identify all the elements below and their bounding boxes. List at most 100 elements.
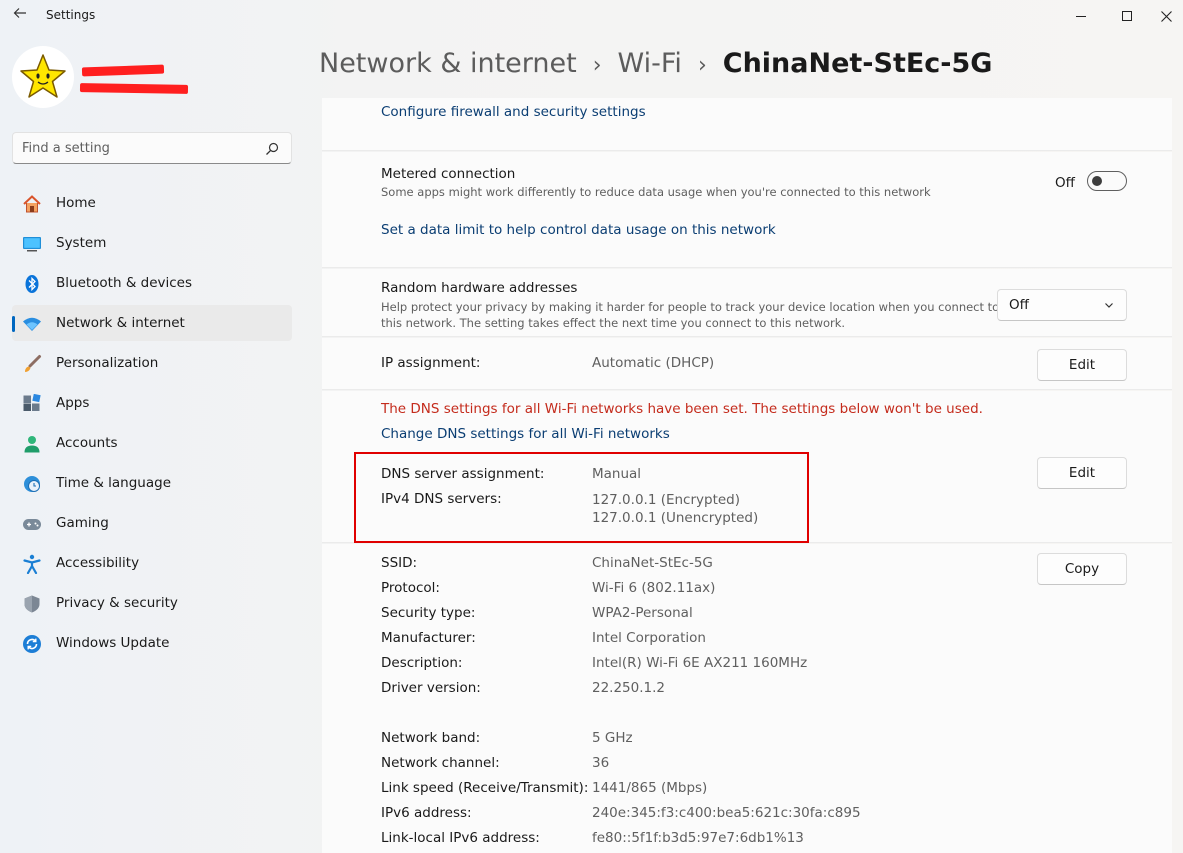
firewall-link[interactable]: Configure firewall and security settings (381, 104, 646, 120)
back-arrow-icon[interactable] (10, 4, 30, 26)
random-hw-dropdown[interactable]: Off (997, 289, 1127, 321)
ip-assignment-card: IP assignment: Automatic (DHCP) Edit (322, 338, 1172, 390)
ip-assignment-value: Automatic (DHCP) (592, 355, 715, 371)
sidebar-item-label: Gaming (56, 515, 109, 531)
dns-edit-button[interactable]: Edit (1037, 457, 1127, 489)
sidebar-item-accounts[interactable]: Accounts (12, 425, 292, 461)
sidebar-item-personalization[interactable]: Personalization (12, 345, 292, 381)
avatar[interactable] (12, 46, 74, 108)
random-hw-title: Random hardware addresses (381, 280, 578, 296)
shield-icon (22, 594, 42, 614)
prop-value: Intel(R) Wi-Fi 6E AX211 160MHz (592, 655, 808, 671)
sidebar-item-label: Windows Update (56, 635, 170, 651)
prop-label: IPv6 address: (381, 805, 472, 821)
star-avatar-icon (20, 54, 66, 98)
prop-label: Link speed (Receive/Transmit): (381, 780, 589, 796)
metered-title: Metered connection (381, 166, 516, 182)
prop-label: Link-local IPv6 address: (381, 830, 540, 846)
properties-card: Copy SSID: ChinaNet-StEc-5G Protocol: Wi… (322, 544, 1172, 853)
prop-value: WPA2-Personal (592, 605, 693, 621)
minimize-icon (1076, 15, 1086, 17)
accessibility-icon (22, 554, 42, 574)
prop-label: Driver version: (381, 680, 481, 696)
prop-label: Security type: (381, 605, 476, 621)
page-title: ChinaNet-StEc-5G (722, 48, 993, 79)
sidebar-nav: Home System Bluetooth & devices Network … (12, 185, 292, 665)
sidebar-item-home[interactable]: Home (12, 185, 292, 221)
sidebar-item-privacy[interactable]: Privacy & security (12, 585, 292, 621)
sidebar-item-system[interactable]: System (12, 225, 292, 261)
prop-value: Wi-Fi 6 (802.11ax) (592, 580, 716, 596)
sidebar-item-label: Network & internet (56, 315, 185, 331)
redacted-name (81, 64, 165, 77)
prop-label: Network band: (381, 730, 481, 746)
prop-value: ChinaNet-StEc-5G (592, 555, 713, 571)
sidebar-item-apps[interactable]: Apps (12, 385, 292, 421)
breadcrumb-network[interactable]: Network & internet (319, 48, 577, 79)
monitor-icon (22, 234, 42, 254)
prop-value: 5 GHz (592, 730, 633, 746)
prop-label: Protocol: (381, 580, 440, 596)
sidebar-item-network[interactable]: Network & internet (12, 305, 292, 341)
apps-icon (22, 394, 42, 414)
prop-label: Network channel: (381, 755, 500, 771)
change-dns-link[interactable]: Change DNS settings for all Wi-Fi networ… (381, 426, 670, 442)
sidebar-item-bluetooth[interactable]: Bluetooth & devices (12, 265, 292, 301)
firewall-card: Configure firewall and security settings (322, 98, 1172, 151)
wifi-icon (22, 314, 42, 334)
toggle-knob (1092, 176, 1102, 186)
prop-value: 1441/865 (Mbps) (592, 780, 708, 796)
maximize-button[interactable] (1104, 0, 1150, 32)
chevron-down-icon (1105, 303, 1113, 308)
data-limit-link[interactable]: Set a data limit to help control data us… (381, 222, 776, 238)
app-title: Settings (46, 8, 96, 22)
ip-edit-button[interactable]: Edit (1037, 349, 1127, 381)
prop-value: 240e:345:f3:c400:bea5:621c:30fa:c895 (592, 805, 861, 821)
minimize-button[interactable] (1058, 0, 1104, 32)
close-button[interactable] (1150, 0, 1183, 32)
ip-assignment-label: IP assignment: (381, 355, 481, 371)
search-box[interactable] (12, 132, 292, 164)
sidebar-item-gaming[interactable]: Gaming (12, 505, 292, 541)
metered-toggle-label: Off (1055, 175, 1075, 191)
chevron-right-icon: › (697, 53, 707, 78)
redacted-email (79, 83, 189, 94)
maximize-icon (1122, 11, 1132, 21)
prop-value: 36 (592, 755, 610, 771)
gamepad-icon (22, 514, 42, 534)
prop-value: fe80::5f1f:b3d5:97e7:6db1%13 (592, 830, 804, 846)
title-bar: Settings (0, 0, 1183, 32)
highlight-box (354, 452, 809, 543)
prop-label: SSID: (381, 555, 418, 571)
random-hw-dropdown-value: Off (1009, 297, 1029, 313)
settings-window: Settings Home Sy (0, 0, 1183, 853)
bluetooth-icon (22, 274, 42, 294)
metered-toggle[interactable] (1087, 171, 1127, 191)
random-hw-description-1: Help protect your privacy by making it h… (381, 300, 1000, 314)
sidebar-item-windows-update[interactable]: Windows Update (12, 625, 292, 661)
sidebar-item-time-language[interactable]: Time & language (12, 465, 292, 501)
sidebar-item-label: Privacy & security (56, 595, 178, 611)
content-panel: Configure firewall and security settings… (322, 98, 1172, 853)
sidebar-item-label: Personalization (56, 355, 159, 371)
prop-label: Description: (381, 655, 463, 671)
breadcrumb: Network & internet › Wi-Fi › ChinaNet-St… (319, 48, 992, 88)
metered-connection-card: Metered connection Some apps might work … (322, 152, 1172, 268)
sidebar-item-label: Time & language (56, 475, 172, 491)
sidebar-item-label: Apps (56, 395, 90, 411)
prop-value: Intel Corporation (592, 630, 706, 646)
sidebar-item-label: Home (56, 195, 96, 211)
sidebar-item-label: Accounts (56, 435, 118, 451)
globe-clock-icon (22, 474, 42, 494)
sidebar-item-accessibility[interactable]: Accessibility (12, 545, 292, 581)
breadcrumb-wifi[interactable]: Wi-Fi (618, 48, 682, 79)
search-icon[interactable] (265, 142, 279, 156)
prop-label: Manufacturer: (381, 630, 476, 646)
sidebar-item-label: System (56, 235, 107, 251)
copy-button[interactable]: Copy (1037, 553, 1127, 585)
home-icon (22, 194, 42, 214)
dns-warning: The DNS settings for all Wi-Fi networks … (381, 401, 983, 417)
search-input[interactable] (22, 138, 257, 158)
chevron-right-icon: › (592, 53, 602, 78)
close-icon (1161, 10, 1172, 22)
